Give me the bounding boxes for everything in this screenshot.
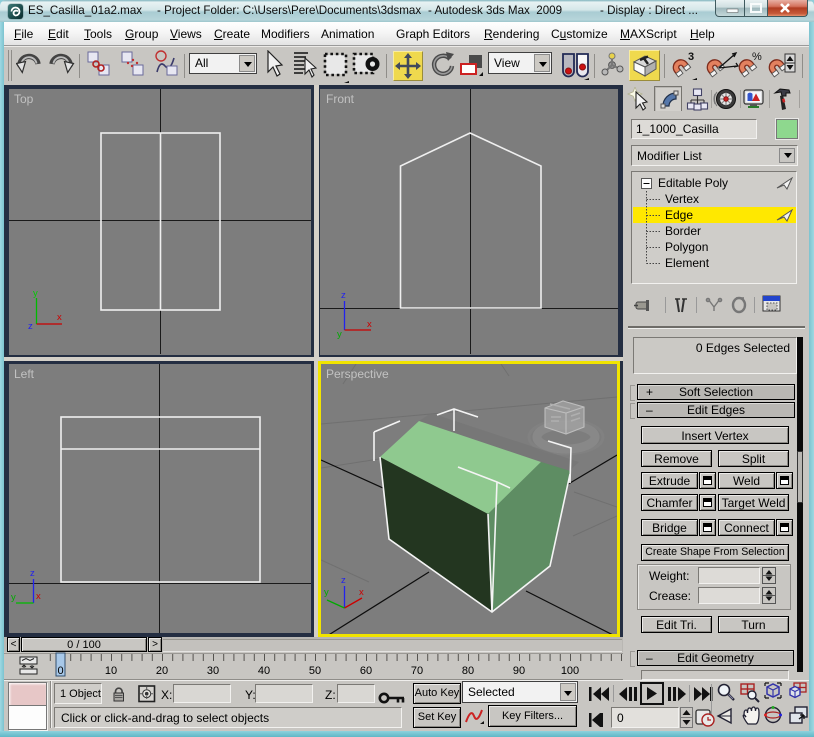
svg-text:y: y [11,592,16,603]
svg-text:y: y [324,587,329,598]
svg-text:z: z [341,290,346,301]
svg-text:80: 80 [462,665,474,677]
svg-text:x: x [36,591,41,602]
svg-text:3: 3 [688,51,694,63]
svg-text:40: 40 [258,665,270,677]
svg-text:z: z [341,575,346,586]
svg-text:Perspective: Perspective [326,367,389,381]
svg-text:Front: Front [326,92,355,106]
svg-text:x: x [359,587,364,598]
svg-text:0: 0 [57,665,63,677]
svg-text:100: 100 [561,665,579,677]
svg-text:30: 30 [207,665,219,677]
svg-text:y: y [337,329,342,340]
svg-text:50: 50 [309,665,321,677]
svg-text:70: 70 [411,665,423,677]
svg-text:10: 10 [105,665,117,677]
svg-text:x: x [367,319,372,330]
svg-text:z: z [28,321,33,332]
svg-text:Top: Top [14,92,34,106]
svg-text:90: 90 [513,665,525,677]
svg-text:y: y [33,288,38,299]
svg-text:Left: Left [14,367,35,381]
svg-text:z: z [30,568,35,579]
svg-text:x: x [57,312,62,323]
svg-text:%: % [752,51,762,63]
svg-text:60: 60 [360,665,372,677]
svg-text:20: 20 [156,665,168,677]
